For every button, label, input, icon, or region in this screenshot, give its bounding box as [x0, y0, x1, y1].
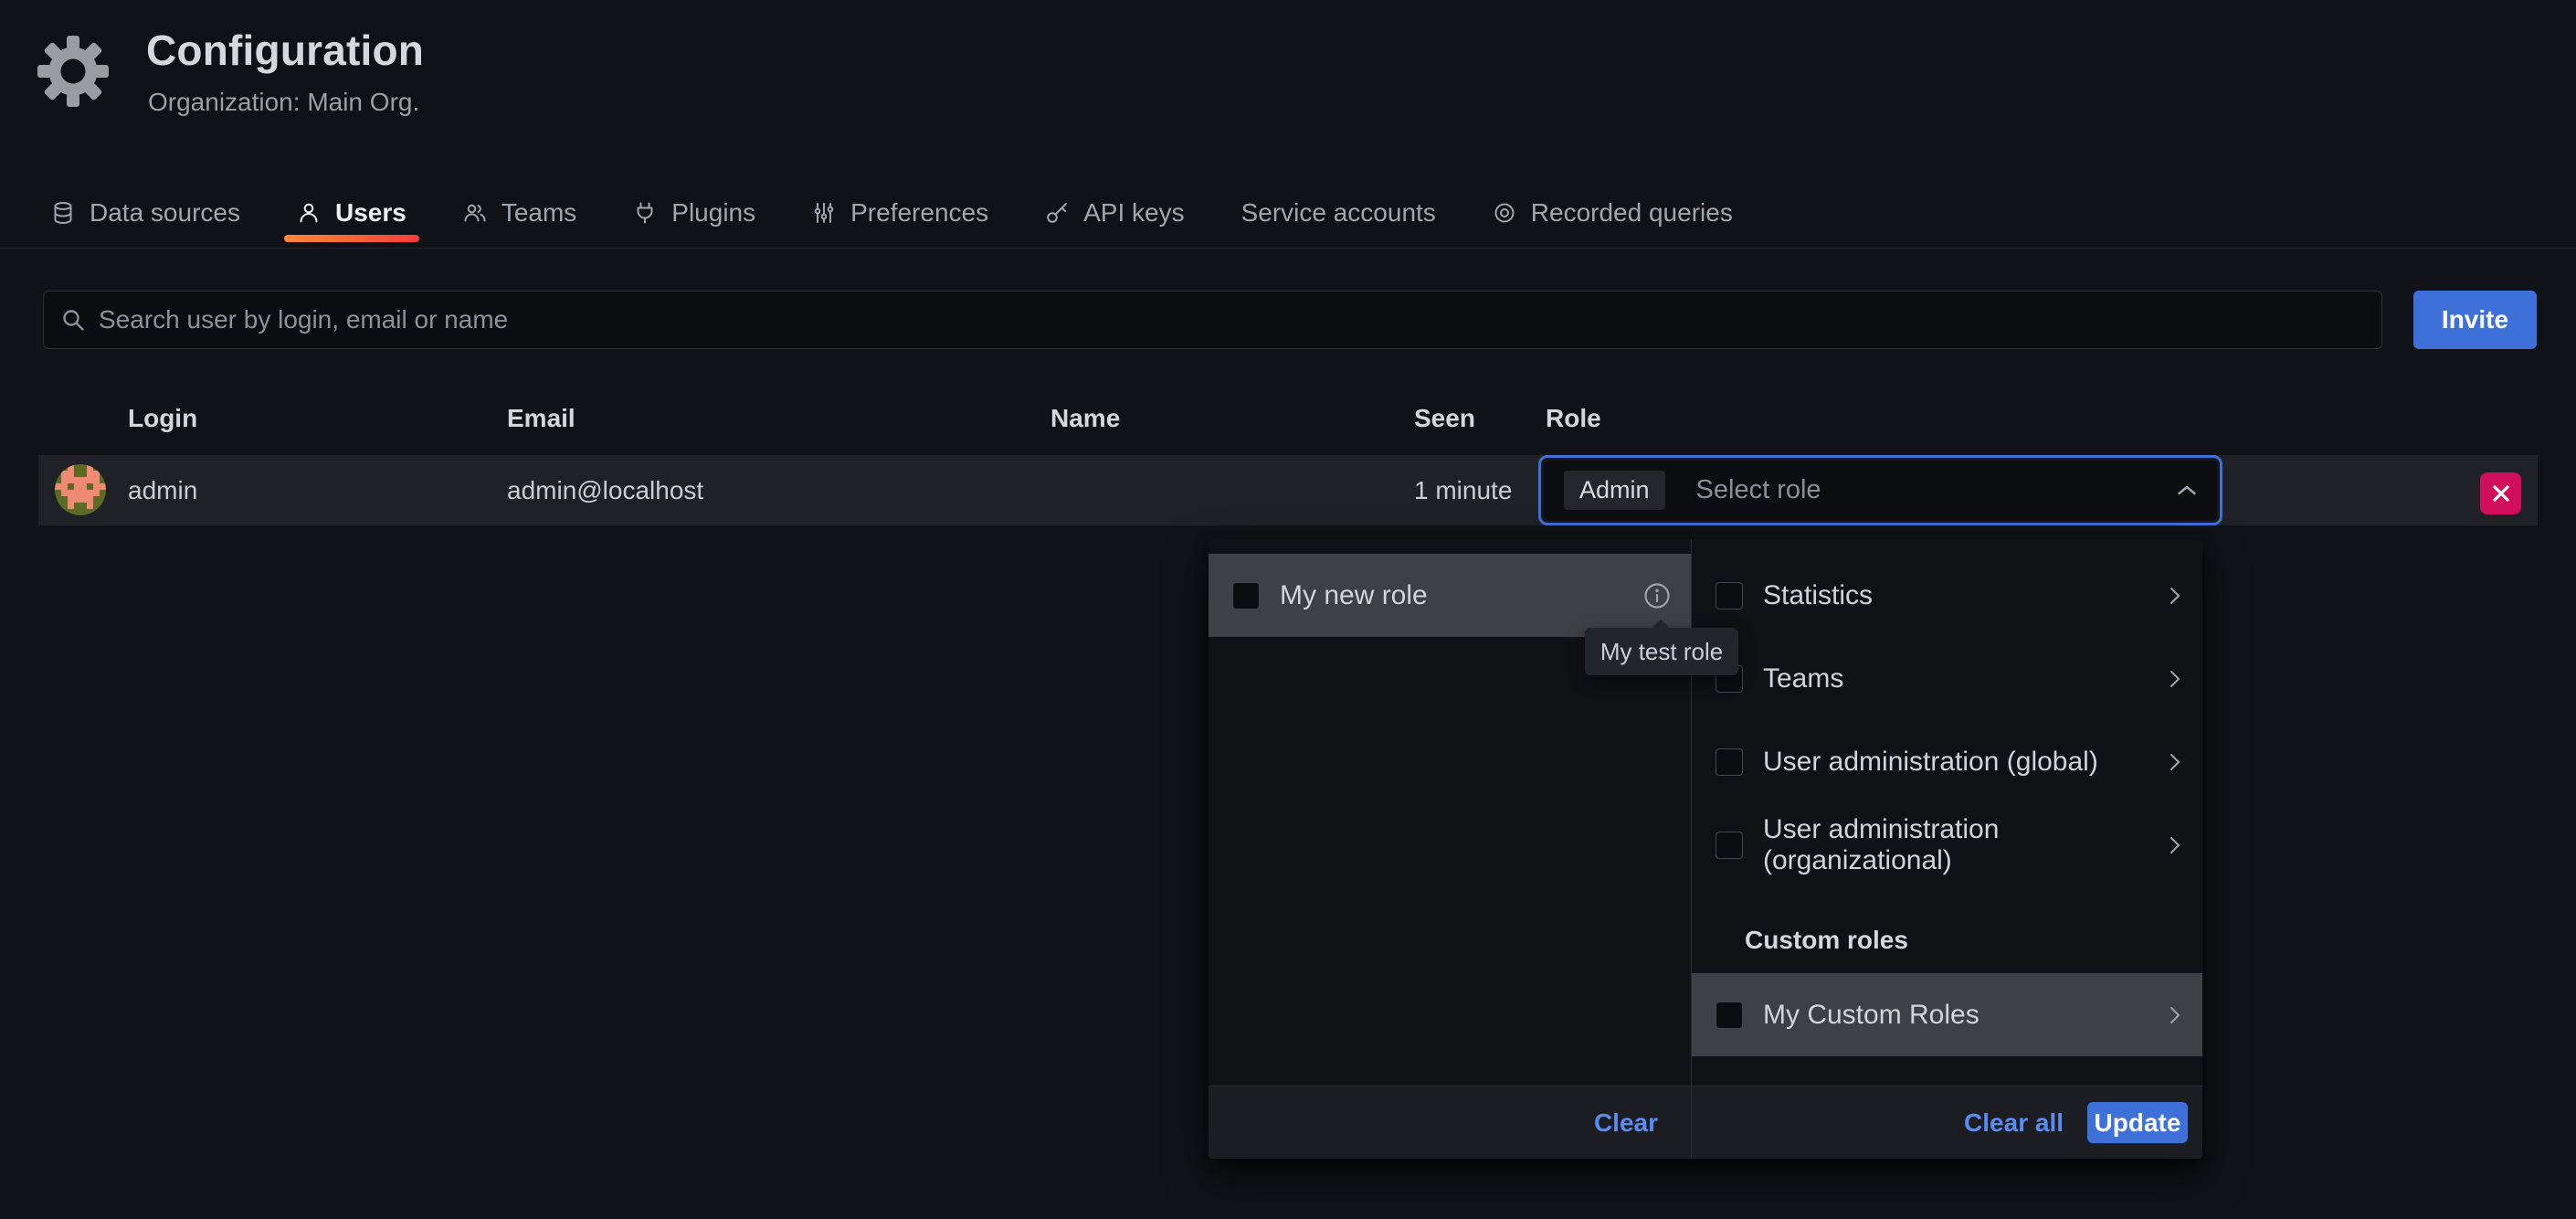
cell-login: admin	[128, 476, 197, 505]
checkbox-my-custom-roles[interactable]	[1716, 1002, 1743, 1029]
record-icon	[1493, 201, 1516, 225]
role-badge[interactable]: Admin	[1564, 471, 1665, 510]
chevron-right-icon	[2168, 669, 2182, 689]
role-picker[interactable]: Admin Select role	[1538, 455, 2222, 525]
delete-user-button[interactable]	[2480, 472, 2521, 514]
tooltip: My test role	[1585, 628, 1738, 675]
chevron-right-icon	[2168, 752, 2182, 772]
chevron-up-icon[interactable]	[2177, 484, 2197, 496]
menu-item-teams[interactable]: Teams	[1692, 637, 2202, 720]
chevron-right-icon	[2168, 1005, 2182, 1025]
checkbox-statistics[interactable]	[1716, 582, 1743, 610]
checkbox-user-administration-organizational[interactable]	[1716, 832, 1743, 859]
database-icon	[51, 201, 75, 225]
tab-data-sources[interactable]: Data sources	[38, 178, 253, 248]
update-button[interactable]: Update	[2087, 1102, 2188, 1143]
menu-item-label: User administration (global)	[1763, 747, 2098, 778]
column-header-name: Name	[1050, 404, 1120, 433]
menu-item-label: My new role	[1280, 580, 1428, 611]
menu-item-statistics[interactable]: Statistics	[1692, 554, 2202, 637]
cell-email: admin@localhost	[507, 476, 703, 505]
search-icon	[60, 307, 86, 333]
invite-button[interactable]: Invite	[2413, 291, 2537, 349]
checkbox-my-new-role[interactable]	[1232, 582, 1260, 610]
role-menu-left-footer: Clear	[1209, 1086, 1691, 1159]
page-title: Configuration	[146, 26, 424, 75]
avatar	[55, 464, 106, 515]
search-box	[43, 291, 2382, 349]
role-menu-right-footer: Clear all Update	[1692, 1086, 2202, 1159]
role-menu-right-pane: Statistics Teams User administration (gl…	[1692, 539, 2202, 1159]
tab-recorded-queries[interactable]: Recorded queries	[1480, 178, 1746, 248]
tab-label: Recorded queries	[1531, 198, 1733, 228]
column-header-email: Email	[507, 404, 575, 433]
key-icon	[1045, 201, 1069, 225]
menu-item-my-custom-roles[interactable]: My Custom Roles	[1692, 973, 2202, 1056]
users-icon	[463, 201, 487, 225]
tab-plugins[interactable]: Plugins	[620, 178, 768, 248]
tab-teams[interactable]: Teams	[450, 178, 589, 248]
cell-seen: 1 minute	[1414, 476, 1512, 505]
active-tab-underline	[284, 235, 419, 242]
page-header: Configuration Organization: Main Org. Da…	[0, 0, 2576, 249]
tab-label: Service accounts	[1241, 198, 1436, 228]
column-header-login: Login	[128, 404, 197, 433]
column-header-seen: Seen	[1414, 404, 1475, 433]
menu-item-label: My Custom Roles	[1763, 1000, 1980, 1031]
menu-item-my-new-role[interactable]: My new role	[1209, 554, 1691, 637]
menu-item-user-administration-organizational[interactable]: User administration (organizational)	[1692, 803, 2202, 886]
checkbox-user-administration-global[interactable]	[1716, 748, 1743, 776]
tab-label: Users	[335, 198, 406, 228]
info-icon[interactable]	[1643, 582, 1671, 610]
role-picker-placeholder: Select role	[1696, 475, 1821, 505]
menu-item-user-administration-global[interactable]: User administration (global)	[1692, 720, 2202, 803]
plug-icon	[633, 201, 657, 225]
custom-roles-group-header: Custom roles	[1692, 886, 2202, 973]
chevron-right-icon	[2168, 835, 2182, 855]
sliders-icon	[812, 201, 836, 225]
tabbar: Data sources Users Teams Plugins	[38, 178, 1746, 248]
tab-label: API keys	[1083, 198, 1184, 228]
tab-preferences[interactable]: Preferences	[799, 178, 1001, 248]
column-header-role: Role	[1546, 404, 1601, 433]
menu-item-label: Statistics	[1763, 580, 1873, 611]
close-icon	[2491, 483, 2511, 504]
clear-all-button[interactable]: Clear all	[1964, 1108, 2064, 1138]
tab-api-keys[interactable]: API keys	[1032, 178, 1197, 248]
menu-item-label: Teams	[1763, 663, 1843, 694]
tab-label: Teams	[501, 198, 576, 228]
search-input[interactable]	[99, 305, 2365, 334]
tab-service-accounts[interactable]: Service accounts	[1229, 178, 1449, 248]
user-icon	[297, 201, 321, 225]
gear-icon	[35, 33, 111, 110]
table-row: admin admin@localhost 1 minute Admin Sel…	[38, 455, 2538, 525]
clear-button[interactable]: Clear	[1594, 1108, 1658, 1138]
tab-users[interactable]: Users	[284, 178, 419, 248]
tab-label: Data sources	[90, 198, 240, 228]
menu-item-label: User administration (organizational)	[1763, 814, 2168, 876]
tab-label: Plugins	[671, 198, 755, 228]
configuration-page: Configuration Organization: Main Org. Da…	[0, 0, 2576, 1219]
chevron-right-icon	[2168, 586, 2182, 606]
role-picker-inner: Admin Select role	[1544, 461, 2217, 520]
tab-label: Preferences	[850, 198, 988, 228]
page-subtitle: Organization: Main Org.	[148, 88, 419, 117]
